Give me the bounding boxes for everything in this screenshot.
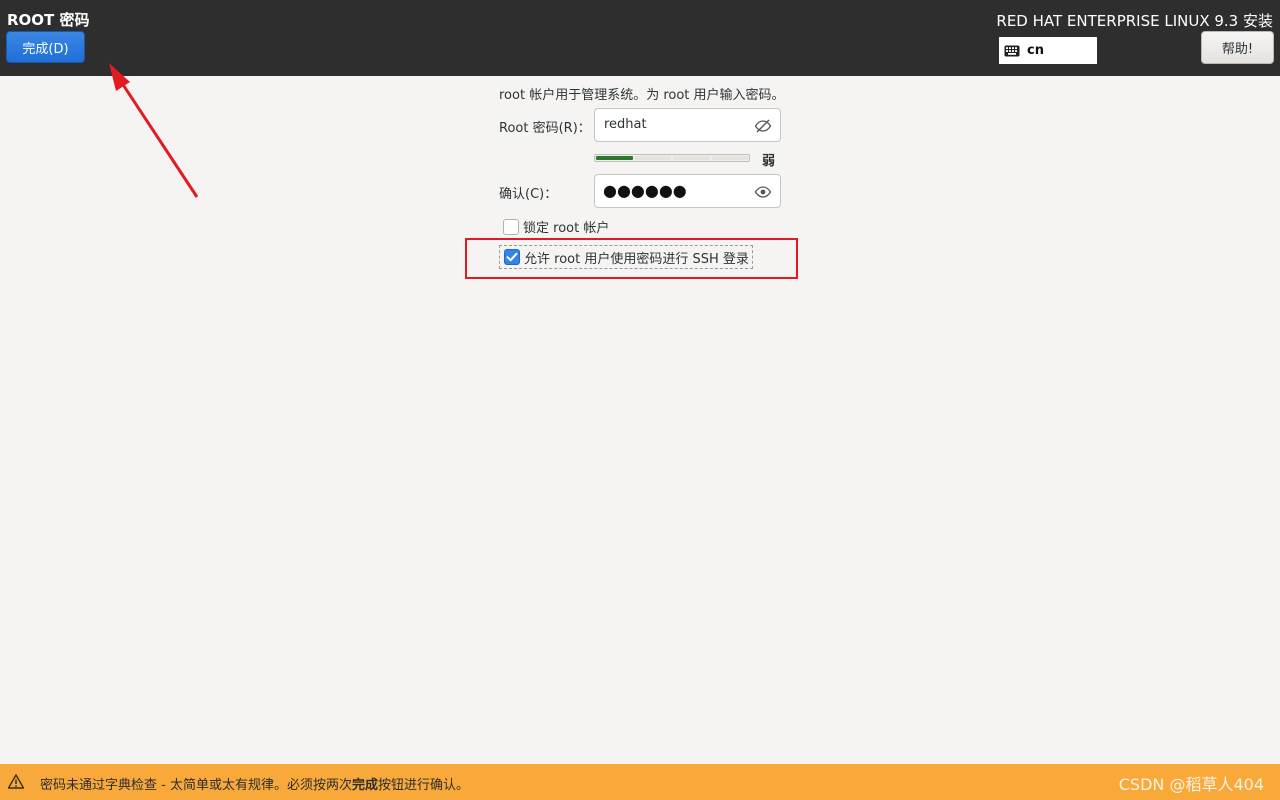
strength-segment	[711, 156, 748, 160]
lock-root-option[interactable]: 锁定 root 帐户	[499, 217, 609, 236]
status-message-part: 按钮进行确认。	[377, 778, 469, 793]
annotation-highlight-box	[465, 238, 798, 279]
confirm-password-masked: ●●●●●●	[603, 181, 687, 200]
status-message: 密码未通过字典检查 - 太简单或太有规律。必须按两次完成按钮进行确认。	[40, 774, 469, 793]
strength-segment	[596, 156, 633, 160]
keyboard-layout-indicator[interactable]: cn	[999, 37, 1097, 64]
status-bar: 密码未通过字典检查 - 太简单或太有规律。必须按两次完成按钮进行确认。 CSDN…	[0, 764, 1280, 800]
password-strength-meter	[594, 154, 750, 162]
status-message-part: 密码未通过字典检查 - 太简单或太有规律。必须按两次	[40, 778, 352, 793]
root-password-value: redhat	[604, 117, 647, 132]
help-button[interactable]: 帮助!	[1201, 31, 1274, 64]
watermark: CSDN @稻草人404	[1118, 775, 1264, 794]
strength-segment	[634, 156, 671, 160]
warning-icon	[8, 774, 24, 789]
status-message-bold: 完成	[351, 778, 378, 793]
keyboard-icon	[1004, 45, 1020, 56]
annotation-arrow-icon	[109, 63, 199, 198]
root-password-label: Root 密码(R)：	[499, 121, 591, 136]
password-strength-label: 弱	[762, 154, 776, 169]
done-button[interactable]: 完成(D)	[6, 31, 85, 63]
strength-segment	[673, 156, 710, 160]
intro-text: root 帐户用于管理系统。为 root 用户输入密码。	[499, 88, 785, 103]
confirm-password-label: 确认(C)：	[499, 187, 558, 202]
keyboard-layout-label: cn	[1027, 43, 1044, 58]
confirm-password-field[interactable]: ●●●●●●	[594, 174, 781, 208]
root-password-field[interactable]: redhat	[594, 108, 781, 142]
lock-root-label: 锁定 root 帐户	[523, 221, 610, 236]
product-title: RED HAT ENTERPRISE LINUX 9.3 安装	[996, 12, 1273, 30]
page-title: ROOT 密码	[7, 11, 90, 29]
eye-icon[interactable]	[754, 185, 772, 199]
eye-slash-icon[interactable]	[754, 119, 772, 133]
lock-root-checkbox[interactable]	[503, 218, 519, 235]
